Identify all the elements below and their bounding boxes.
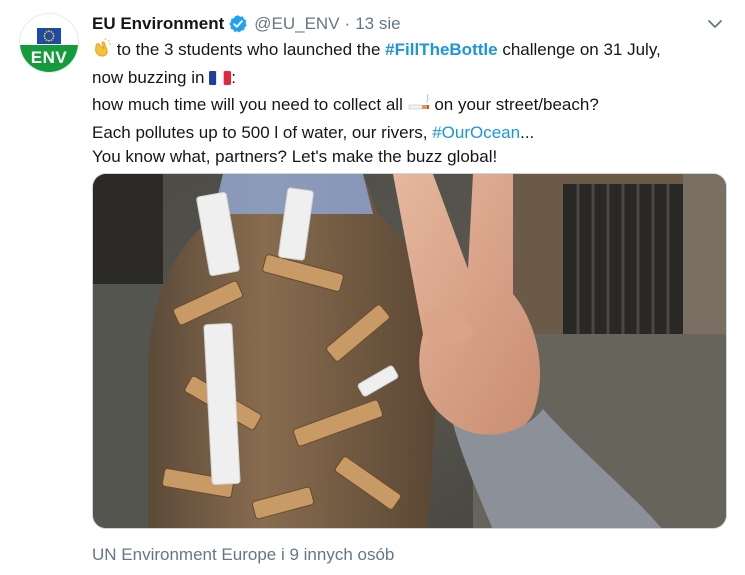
tweet-line-3: how much time will you need to collect a… <box>92 93 732 121</box>
photo-bottle-and-peace-sign <box>93 174 726 528</box>
tweet-line-2-text: now buzzing in <box>92 67 205 87</box>
tweet-date[interactable]: 13 sie <box>355 14 400 34</box>
hashtag-fillthebottle[interactable]: #FillTheBottle <box>385 40 497 59</box>
tweet-text: to the 3 students who launched the #Fill… <box>92 38 732 170</box>
hashtag-ourocean[interactable]: #OurOcean <box>432 123 520 142</box>
tweet-line-5: You know what, partners? Let's make the … <box>92 147 498 166</box>
avatar[interactable]: ENV <box>19 13 79 73</box>
clapping-hands-emoji <box>92 38 112 66</box>
tweet-header: EU Environment @EU_ENV · 13 sie <box>92 12 401 36</box>
cigarette-emoji <box>408 93 430 121</box>
tweet-line-2-tail: : <box>231 67 236 87</box>
chevron-down-icon[interactable] <box>704 14 726 34</box>
tweet-line-4-text: Each pollutes up to 500 l of water, our … <box>92 122 428 142</box>
tweet-line-4-tail: ... <box>520 122 535 142</box>
tweet-photo[interactable] <box>92 173 727 529</box>
avatar-label: ENV <box>20 45 78 72</box>
account-handle[interactable]: @EU_ENV <box>254 14 339 34</box>
tweet-line-4: Each pollutes up to 500 l of water, our … <box>92 121 732 146</box>
tweet-line-1-tail: challenge on 31 July, <box>502 40 661 59</box>
tweet-line-1-text: to the 3 students who launched the <box>116 40 381 59</box>
account-name[interactable]: EU Environment <box>92 14 224 34</box>
separator-dot: · <box>344 14 351 33</box>
france-flag-emoji <box>209 69 232 94</box>
verified-badge-icon <box>228 14 248 34</box>
tweet-line-1: to the 3 students who launched the #Fill… <box>92 38 732 66</box>
liked-by-text[interactable]: UN Environment Europe i 9 innych osób <box>92 545 394 565</box>
tweet-line-3-text: how much time will you need to collect a… <box>92 95 403 114</box>
eu-flag-icon <box>37 28 61 44</box>
tweet-line-2: now buzzing in : <box>92 66 732 94</box>
tweet-line-3-tail: on your street/beach? <box>434 95 599 114</box>
